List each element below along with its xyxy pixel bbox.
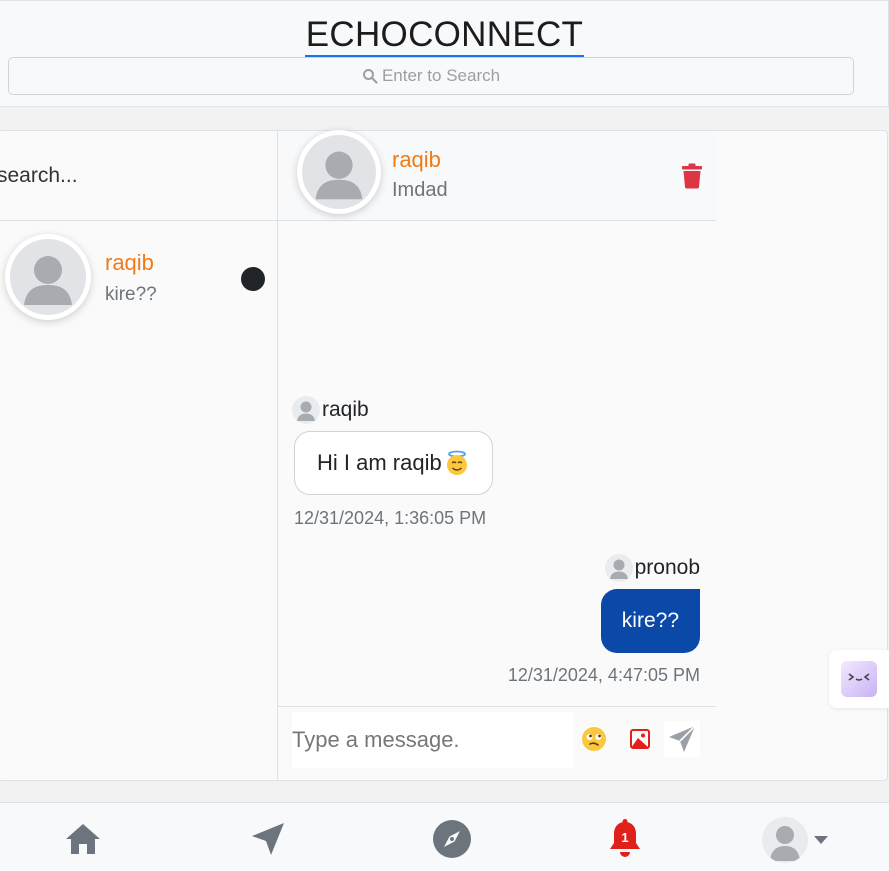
image-icon [630,729,650,749]
profile-avatar [762,817,808,863]
unread-indicator [241,267,265,291]
chat-panel: raqib kire?? raqib Imdad raqib Hi I am r… [0,130,888,781]
user-avatar-icon [297,401,315,421]
user-avatar-icon [302,135,376,209]
smiling-face-with-halo-icon [446,450,467,475]
avatar [604,554,633,582]
message-thread: raqib Hi I am raqib 12/31/2024, 1:36:05 … [278,222,716,706]
message-sender: pronob [604,554,700,582]
profile-menu[interactable] [762,817,832,863]
sender-name: raqib [322,398,369,421]
message-timestamp: 12/31/2024, 4:47:05 PM [507,665,700,685]
user-avatar-icon [770,826,800,861]
incoming-message: Hi I am raqib [294,431,493,495]
conversation-list: raqib kire?? [0,131,278,780]
avatar [5,234,91,320]
chat-header: raqib Imdad [278,130,716,221]
message-text: Hi I am raqib [317,450,442,475]
top-header: ECHOCONNECT Enter to Search [0,0,889,107]
nav-notifications[interactable]: 1 [603,817,647,861]
avatar [292,396,320,424]
conversation-last-message: kire?? [105,284,157,305]
user-avatar-icon [10,239,86,315]
message-text: kire?? [621,609,679,632]
search-icon [362,69,378,84]
emoji-icon [582,727,606,751]
image-upload-button[interactable] [626,725,654,753]
assistant-icon [841,661,877,697]
nav-explore[interactable] [430,817,474,861]
chat-contact-name: raqib [392,147,441,172]
avatar [297,130,381,214]
conversation-item-raqib[interactable]: raqib kire?? [0,222,277,332]
nav-messages[interactable] [246,817,290,861]
brand-title[interactable]: ECHOCONNECT [304,15,585,58]
emoji-button[interactable] [580,725,608,753]
conversation-search-input[interactable] [0,163,257,188]
home-icon [66,824,100,854]
chat-contact-subtitle: Imdad [392,179,448,201]
message-composer [278,706,716,780]
send-icon [669,725,696,752]
conversation-search [0,131,277,221]
send-icon [252,823,284,855]
global-search-input[interactable]: Enter to Search [8,57,854,95]
user-avatar-icon [609,559,628,579]
message-timestamp: 12/31/2024, 1:36:05 PM [294,508,487,528]
compass-icon [433,820,471,858]
notification-badge: 1 [621,830,629,845]
send-button[interactable] [664,721,700,757]
bottom-navigation: 1 [0,802,889,871]
floating-widget-button[interactable] [829,650,889,708]
message-input[interactable] [292,712,574,768]
sender-name: pronob [634,556,700,579]
trash-icon[interactable] [681,163,703,189]
message-sender: raqib [292,396,369,424]
conversation-name: raqib [105,250,154,275]
global-search-placeholder: Enter to Search [381,66,501,85]
nav-home[interactable] [61,817,105,861]
caret-down-icon [814,836,828,844]
outgoing-message: kire?? [600,589,700,653]
